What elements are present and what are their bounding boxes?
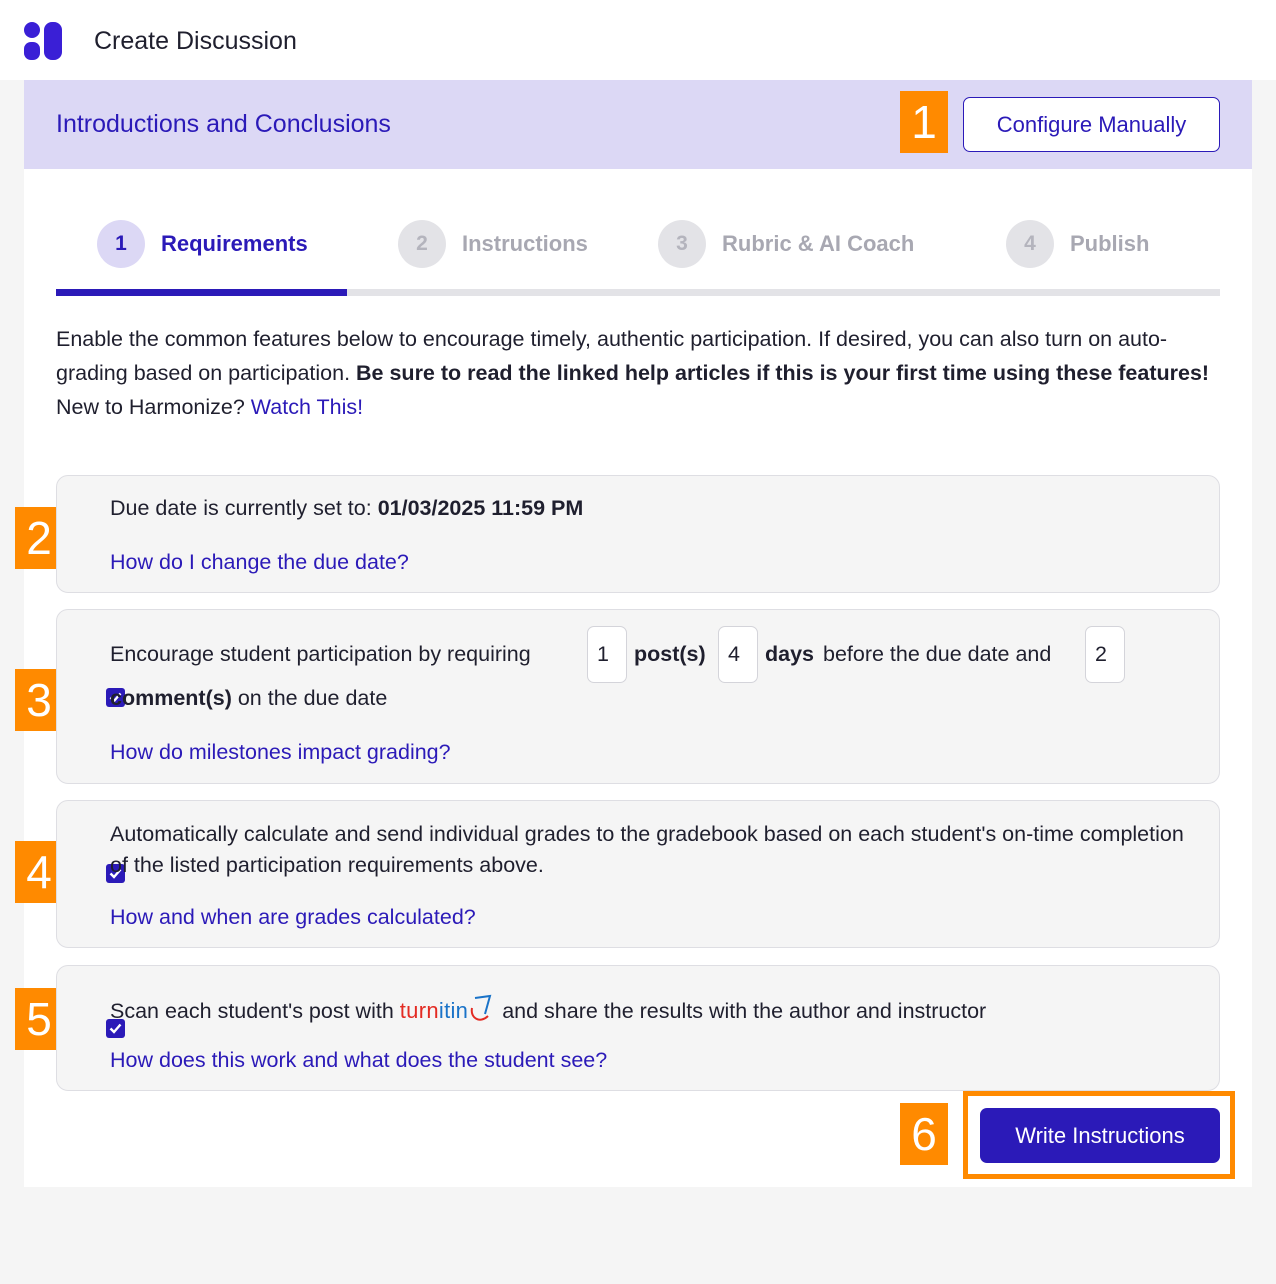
top-bar: Create Discussion [0,0,1276,80]
milestones-line2: comment(s) on the due date [110,686,387,711]
days-count-input[interactable] [718,626,758,683]
discussion-title: Introductions and Conclusions [56,110,391,138]
step-number: 3 [658,220,706,268]
due-date-prefix: Due date is currently set to: [110,496,378,520]
step-label: Instructions [462,231,588,256]
page-title: Create Discussion [94,27,297,55]
turnitin-suffix: and share the results with the author an… [502,999,987,1023]
tab-publish[interactable]: 4 Publish [1006,214,1149,274]
due-date-value: 01/03/2025 11:59 PM [377,496,584,520]
intro-text: Enable the common features below to enco… [56,322,1226,424]
step-progress-track [56,289,1220,296]
watch-this-link[interactable]: Watch This! [251,395,363,419]
main-panel: Introductions and Conclusions 1 Configur… [15,80,1252,1187]
due-date-card: Due date is currently set to: 01/03/2025… [56,475,1220,593]
intro-warning: Be sure to read the linked help articles… [356,361,1210,385]
step-number: 4 [1006,220,1054,268]
turnitin-help-link[interactable]: How does this work and what does the stu… [110,1048,607,1073]
change-due-date-link[interactable]: How do I change the due date? [110,550,409,575]
tab-requirements[interactable]: 1 Requirements [97,214,308,274]
annotation-badge-1: 1 [900,91,948,153]
write-instructions-button[interactable]: Write Instructions [980,1108,1220,1163]
turnitin-logo: turnitin [400,994,496,1023]
milestones-text2: before the due date and [823,642,1052,666]
milestones-grading-link[interactable]: How do milestones impact grading? [110,740,451,765]
configure-manually-button[interactable]: Configure Manually [963,97,1220,152]
tab-instructions[interactable]: 2 Instructions [398,214,588,274]
step-label: Publish [1070,231,1150,256]
posts-label: post(s) [634,642,706,666]
turnitin-card: Scan each student's post with turnitin a… [56,965,1220,1091]
turnitin-swirl-icon [470,994,492,1021]
milestones-text3: on the due date [237,686,388,710]
stepper: 1 Requirements 2 Instructions 3 Rubric &… [56,214,1220,296]
checkmark-icon [109,1023,122,1034]
annotation-badge-6: 6 [900,1103,948,1165]
grades-calculated-link[interactable]: How and when are grades calculated? [110,905,476,930]
milestones-text1: Encourage student participation by requi… [110,642,531,666]
tab-rubric-ai-coach[interactable]: 3 Rubric & AI Coach [658,214,914,274]
step-label: Rubric & AI Coach [722,231,915,256]
autograde-card: Automatically calculate and send individ… [56,800,1220,948]
harmonize-logo-icon[interactable] [24,22,62,60]
comments-count-input[interactable] [1085,626,1125,683]
due-date-text: Due date is currently set to: 01/03/2025… [110,496,583,521]
turnitin-text: Scan each student's post with turnitin a… [110,994,986,1024]
step-progress-fill [56,289,347,296]
intro-new-prefix: New to Harmonize? [56,395,251,419]
days-label: days [765,642,815,666]
comments-label: comment(s) [110,686,232,710]
step-number: 2 [398,220,446,268]
autograde-text: Automatically calculate and send individ… [110,822,1184,877]
turnitin-prefix: Scan each student's post with [110,999,394,1023]
milestones-card: Encourage student participation by requi… [56,609,1220,784]
step-label: Requirements [161,231,308,256]
step-number: 1 [97,220,145,268]
discussion-banner: Introductions and Conclusions 1 Configur… [24,80,1252,169]
posts-count-input[interactable] [587,626,627,683]
